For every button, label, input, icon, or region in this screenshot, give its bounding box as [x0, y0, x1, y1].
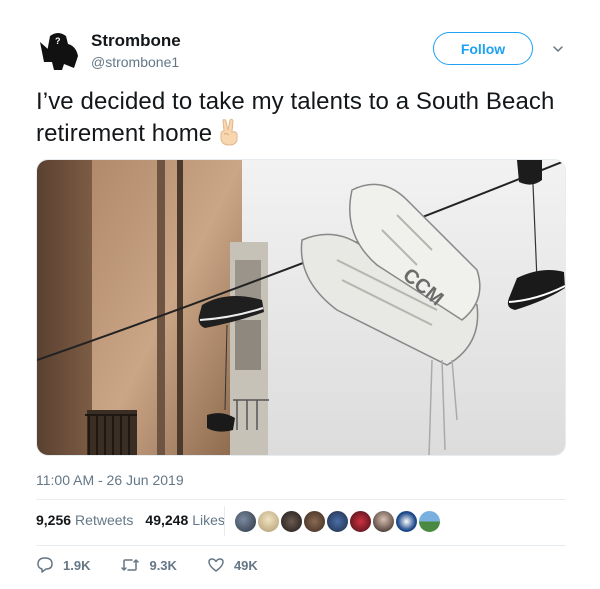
display-name[interactable]: Strombone [91, 31, 181, 51]
liker-avatar[interactable] [234, 510, 257, 533]
stat-separator [224, 506, 225, 536]
liker-avatar[interactable] [303, 510, 326, 533]
liker-avatar[interactable] [418, 510, 441, 533]
divider [36, 545, 566, 546]
liker-avatar[interactable] [280, 510, 303, 533]
reply-action[interactable]: 1.9K [36, 556, 90, 574]
likes-label: Likes [192, 512, 225, 528]
like-count: 49K [233, 557, 258, 573]
liker-avatar[interactable] [326, 510, 349, 533]
like-action[interactable]: 49K [207, 556, 258, 574]
liker-avatar[interactable] [395, 510, 418, 533]
tweet-image[interactable]: CCM [36, 159, 566, 456]
retweets-count: 9,256 [36, 512, 72, 528]
retweets-label: Retweets [75, 512, 134, 528]
svg-text:?: ? [55, 36, 61, 46]
liker-avatar[interactable] [372, 510, 395, 533]
tweet-timestamp[interactable]: 11:00 AM - 26 Jun 2019 [36, 472, 184, 488]
chevron-down-icon[interactable] [551, 42, 565, 56]
likes-stat[interactable]: 49,248 Likes [145, 512, 225, 528]
liker-avatar[interactable] [349, 510, 372, 533]
heart-icon [208, 558, 224, 572]
tweet-card: ? Strombone @strombone1 Follow I’ve deci… [0, 0, 600, 589]
retweet-count: 9.3K [149, 557, 177, 573]
follow-button[interactable]: Follow [433, 32, 533, 65]
goalie-avatar-icon: ? [36, 28, 80, 72]
tweet-stats: 9,256 Retweets 49,248 Likes [36, 512, 237, 528]
likes-count: 49,248 [145, 512, 189, 528]
tweet-actions: 1.9K 9.3K 49K [36, 556, 288, 574]
reply-icon [37, 557, 53, 573]
divider [36, 499, 566, 500]
retweet-action[interactable]: 9.3K [120, 556, 177, 574]
retweets-stat[interactable]: 9,256 Retweets [36, 512, 133, 528]
reply-count: 1.9K [63, 557, 91, 573]
victory-hand-emoji [216, 118, 242, 146]
tweet-text-body: I’ve decided to take my talents to a Sou… [36, 88, 555, 147]
tweet-text: I’ve decided to take my talents to a Sou… [36, 86, 556, 150]
avatar[interactable]: ? [36, 28, 80, 72]
retweet-icon [121, 559, 140, 571]
user-handle[interactable]: @strombone1 [91, 54, 179, 70]
liker-avatar[interactable] [257, 510, 280, 533]
liker-avatars [234, 510, 441, 534]
